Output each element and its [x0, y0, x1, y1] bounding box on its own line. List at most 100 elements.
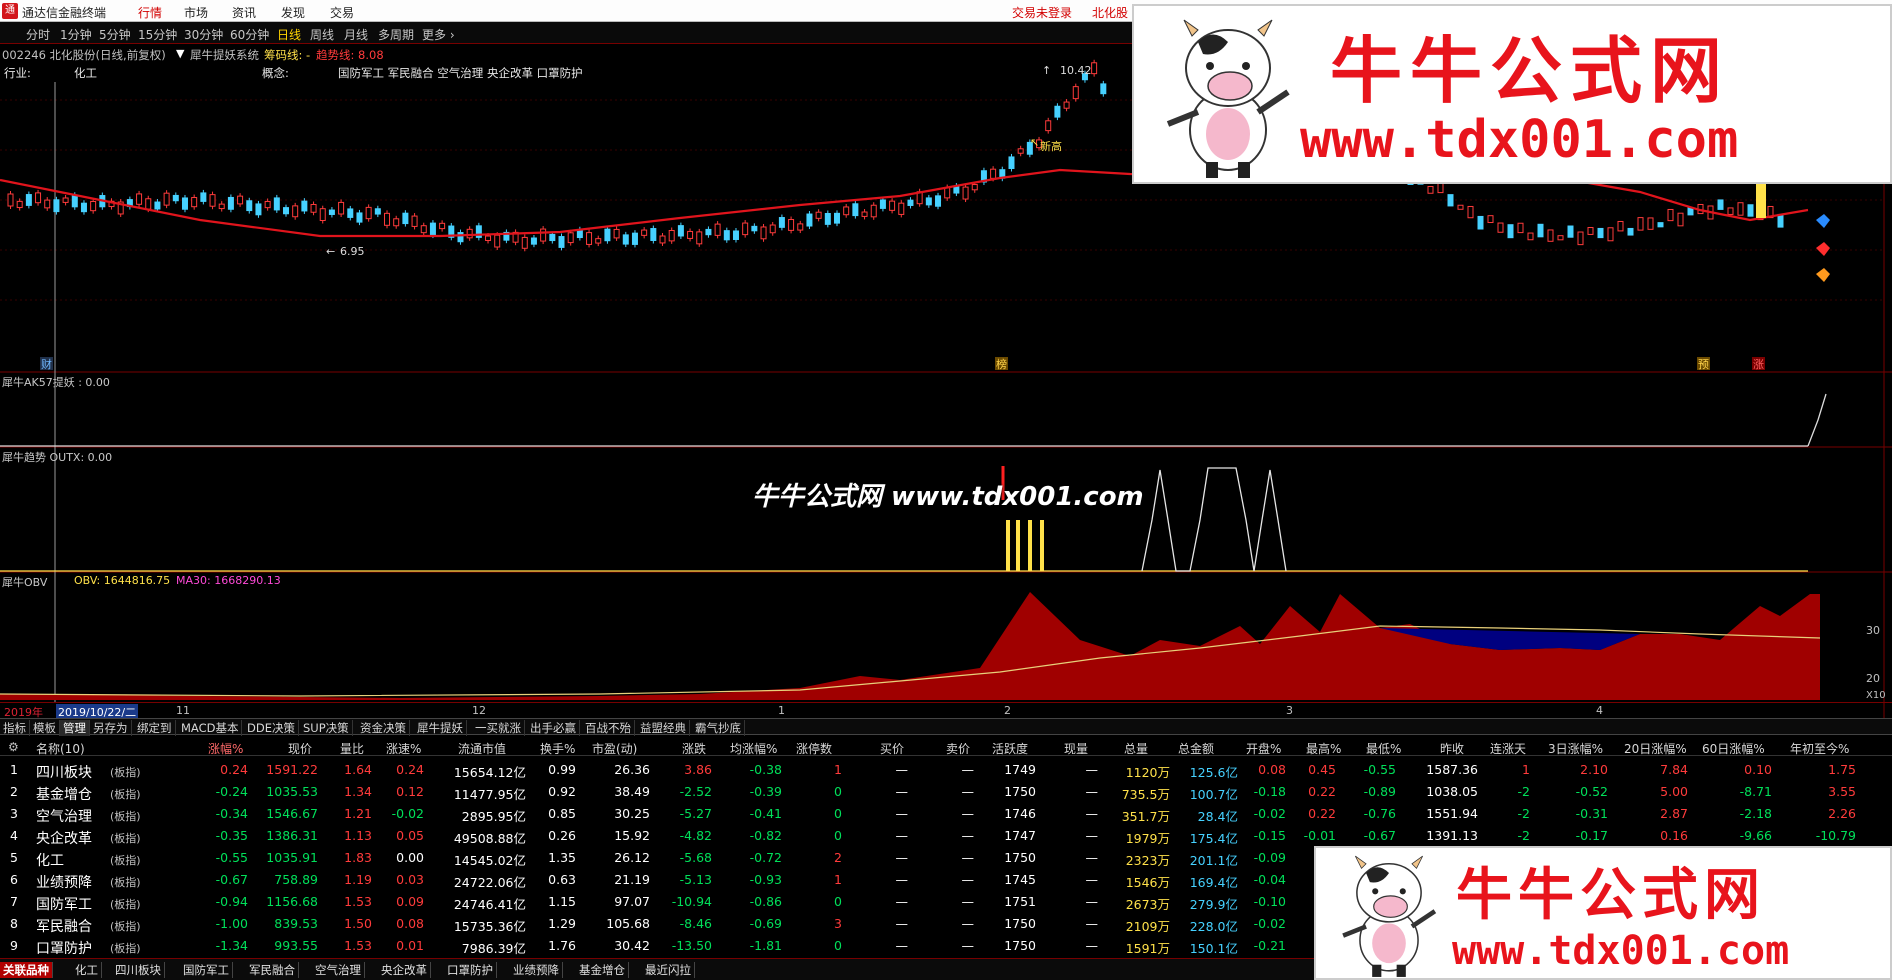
col-open[interactable]: 开盘%: [1246, 740, 1281, 757]
cell-ytd: 1.75: [1828, 762, 1856, 777]
bottom-tab-jijin[interactable]: 基金增仓: [576, 962, 629, 978]
candle: [136, 193, 143, 205]
table-settings-icon[interactable]: ⚙: [8, 740, 19, 754]
col-low[interactable]: 最低%: [1366, 740, 1401, 757]
blue-diamond-icon: [1816, 214, 1830, 228]
cell-pe: 38.49: [614, 784, 650, 799]
tab-sup[interactable]: SUP决策: [300, 720, 353, 736]
cell-activity: 1750: [1004, 850, 1036, 865]
obv-panel-title[interactable]: 犀牛OBV: [2, 574, 47, 590]
tab-fund[interactable]: 资金决策: [357, 720, 410, 736]
col-3d[interactable]: 3日涨幅%: [1548, 740, 1603, 757]
col-volratio[interactable]: 量比: [340, 740, 364, 757]
tab-manage[interactable]: 管理: [60, 720, 90, 736]
watermark-bottom-title: 牛牛公式网: [1456, 862, 1766, 928]
bottom-tab-yeji[interactable]: 业绩预降: [510, 962, 563, 978]
col-mktcap[interactable]: 流通市值: [458, 740, 506, 757]
tab-indicator[interactable]: 指标: [0, 720, 30, 736]
tab-dde[interactable]: DDE决策: [244, 720, 299, 736]
bottom-tab-zuijin[interactable]: 最近闪拉: [642, 962, 695, 978]
col-change[interactable]: 涨幅%: [208, 740, 243, 757]
col-curvol[interactable]: 现量: [1064, 740, 1088, 757]
col-bid[interactable]: 买价: [880, 740, 904, 757]
cell-totalvol: 1546万: [1125, 875, 1170, 890]
candle: [1637, 217, 1644, 231]
tab-xiniu[interactable]: 犀牛提妖: [414, 720, 467, 736]
cell-speed: 0.24: [396, 762, 424, 777]
tab-yimai[interactable]: 一买就涨: [472, 720, 525, 736]
cell-activity: 1750: [1004, 784, 1036, 799]
candle: [1687, 207, 1694, 216]
col-speed[interactable]: 涨速%: [386, 740, 421, 757]
col-60d[interactable]: 60日涨幅%: [1702, 740, 1765, 757]
candle: [1072, 86, 1079, 100]
cell-chg: -8.46: [679, 916, 712, 931]
tab-baizhan[interactable]: 百战不殆: [582, 720, 635, 736]
row-name: 业绩预降: [36, 875, 92, 891]
col-amount[interactable]: 总金额: [1178, 740, 1214, 757]
bottom-tab-yangqi[interactable]: 央企改革: [378, 962, 431, 978]
cell-totalvol: 735.5万: [1121, 787, 1170, 802]
col-price[interactable]: 现价: [288, 740, 312, 757]
cell-change: -1.00: [215, 916, 248, 931]
ak57-panel-title[interactable]: 犀牛AK57提妖 : 0.00: [2, 374, 110, 390]
marker-yu[interactable]: 预: [1698, 358, 1709, 371]
col-ask[interactable]: 卖价: [946, 740, 970, 757]
marker-zhang[interactable]: 涨: [1753, 358, 1764, 371]
col-name[interactable]: 名称(10): [36, 740, 85, 757]
bottom-tab-huagong[interactable]: 化工: [72, 962, 102, 978]
col-high[interactable]: 最高%: [1306, 740, 1341, 757]
col-pe[interactable]: 市盈(动): [592, 740, 637, 757]
table-row[interactable]: 1 四川板块 (板指) 0.24 1591.22 1.64 0.24 15654.12亿 0.9…: [0, 758, 1892, 781]
cell-change: -0.35: [215, 828, 248, 843]
col-ytd[interactable]: 年初至今%: [1790, 740, 1849, 757]
col-activity[interactable]: 活跃度: [992, 740, 1028, 757]
marker-cai[interactable]: 财: [41, 357, 52, 371]
col-updays[interactable]: 连涨天: [1490, 740, 1526, 757]
cell-curvol: —: [1085, 806, 1099, 821]
bottom-tab-sichuan[interactable]: 四川板块: [112, 962, 165, 978]
marker-bang[interactable]: 榜: [996, 357, 1007, 371]
col-chg[interactable]: 涨跌: [682, 740, 706, 757]
bottom-tab-junmin[interactable]: 军民融合: [246, 962, 299, 978]
trend-yellow-bars: [1006, 520, 1044, 571]
candle: [540, 228, 547, 242]
middle-watermark: 牛牛公式网 www.tdx001.com: [752, 482, 1144, 512]
col-20d[interactable]: 20日涨幅%: [1624, 740, 1687, 757]
cell-speed: 0.09: [396, 894, 424, 909]
cell-low: -0.67: [1363, 828, 1396, 843]
col-totalvol[interactable]: 总量: [1124, 740, 1148, 757]
candle: [1008, 156, 1015, 170]
bottom-tab-kouzhao[interactable]: 口罩防护: [444, 962, 497, 978]
cell-mktcap: 15654.12亿: [453, 765, 526, 780]
cell-bid: —: [895, 872, 909, 887]
tab-baqi[interactable]: 霸气抄底: [692, 720, 745, 736]
candle: [393, 218, 400, 227]
candle: [714, 223, 721, 236]
table-row[interactable]: 2 基金增仓 (板指) -0.24 1035.53 1.34 0.12 11477.95亿 0.…: [0, 780, 1892, 803]
table-row[interactable]: 3 空气治理 (板指) -0.34 1546.67 1.21 -0.02 2895.95亿 0.…: [0, 802, 1892, 825]
tab-chushou[interactable]: 出手必赢: [527, 720, 580, 736]
bottom-tab-guofang[interactable]: 国防军工: [180, 962, 233, 978]
tab-save-as[interactable]: 另存为: [90, 720, 132, 736]
col-prevclose[interactable]: 昨收: [1440, 740, 1464, 757]
candle: [283, 207, 289, 215]
col-limitup[interactable]: 涨停数: [796, 740, 832, 757]
candle: [824, 212, 831, 225]
bottom-tab-related[interactable]: 关联品种: [0, 962, 53, 978]
tab-template[interactable]: 模板: [30, 720, 60, 736]
bottom-tab-kongqi[interactable]: 空气治理: [312, 962, 365, 978]
cell-totalvol: 1591万: [1125, 941, 1170, 956]
cell-activity: 1749: [1004, 762, 1036, 777]
col-turnover[interactable]: 换手%: [540, 740, 575, 757]
tab-macd[interactable]: MACD基本: [178, 720, 243, 736]
row-index: 9: [10, 938, 18, 953]
table-row[interactable]: 4 央企改革 (板指) -0.35 1386.31 1.13 0.05 49508.88亿 0.…: [0, 824, 1892, 847]
tab-bind[interactable]: 绑定到: [134, 720, 176, 736]
cell-open: 0.08: [1258, 762, 1286, 777]
col-avgchg[interactable]: 均涨幅%: [730, 740, 777, 757]
candle: [1063, 101, 1070, 109]
cell-avgchg: -0.69: [749, 916, 782, 931]
tab-yimeng[interactable]: 益盟经典: [637, 720, 690, 736]
trend-panel-title[interactable]: 犀牛趋势 OUTX: 0.00: [2, 449, 112, 465]
